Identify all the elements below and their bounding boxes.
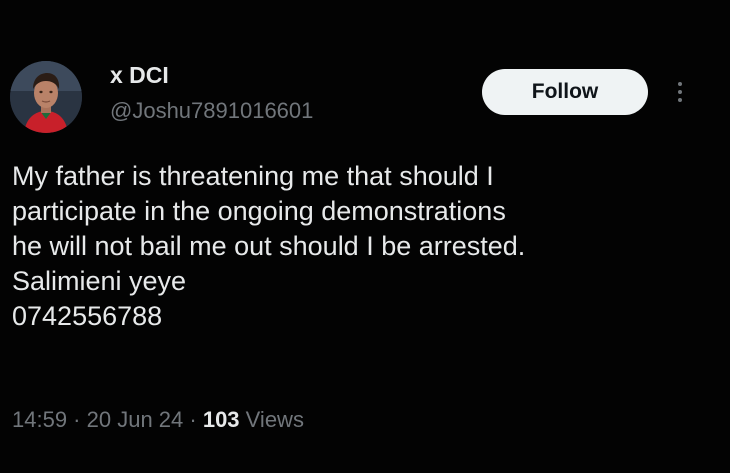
more-options-button[interactable] — [668, 76, 692, 108]
tweet-meta: 14:59 · 20 Jun 24 · 103 Views — [12, 407, 304, 433]
vertical-ellipsis-icon — [678, 82, 682, 86]
meta-separator: · — [183, 407, 203, 432]
profile-photo-icon — [10, 61, 82, 133]
user-handle[interactable]: @Joshu7891016601 — [110, 98, 313, 124]
tweet-text-line: 0742556788 — [12, 301, 163, 331]
tweet-date[interactable]: 20 Jun 24 — [87, 407, 184, 432]
tweet-time[interactable]: 14:59 — [12, 407, 67, 432]
views-count: 103 — [202, 407, 240, 432]
tweet-text-line: he will not bail me out should I be arre… — [12, 231, 526, 261]
vertical-ellipsis-icon — [678, 98, 682, 102]
tweet-text: My father is threatening me that should … — [12, 159, 722, 334]
tweet-text-line: Salimieni yeye — [12, 266, 187, 296]
views-label: Views — [239, 407, 304, 432]
vertical-ellipsis-icon — [678, 90, 682, 94]
tweet-text-line: My father is threatening me that should … — [12, 161, 494, 191]
display-name[interactable]: x DCI — [110, 62, 169, 89]
avatar[interactable] — [10, 61, 82, 133]
tweet-card: x DCI @Joshu7891016601 Follow My father … — [0, 0, 730, 473]
meta-separator: · — [67, 407, 87, 432]
tweet-text-line: participate in the ongoing demonstration… — [12, 196, 506, 226]
follow-button[interactable]: Follow — [482, 69, 648, 115]
